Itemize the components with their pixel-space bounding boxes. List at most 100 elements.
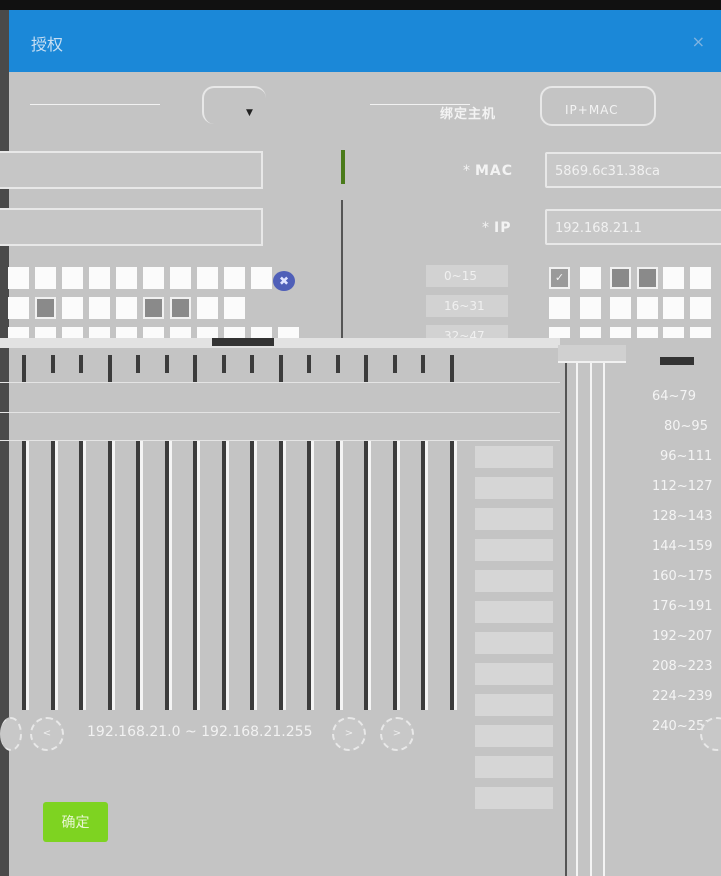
ip-column-stub (79, 355, 83, 373)
ip-column-stub (364, 355, 368, 383)
last-page-button[interactable]: > (380, 717, 414, 751)
ip-slot[interactable] (475, 508, 553, 530)
left-input-1[interactable] (0, 151, 263, 189)
range-list-item[interactable]: 112~127 (652, 477, 721, 497)
ip-cell[interactable] (143, 297, 164, 319)
range-button-1[interactable]: 16~31 (426, 295, 508, 317)
ip-cell[interactable] (8, 327, 29, 338)
ip-cell[interactable] (170, 297, 191, 319)
divider (0, 440, 560, 441)
ip-cell[interactable] (89, 327, 110, 338)
next-page-button[interactable]: > (332, 717, 366, 751)
ip-cell[interactable] (116, 327, 137, 338)
ip-cell[interactable] (170, 267, 191, 289)
ip-cell[interactable] (549, 327, 570, 338)
close-icon[interactable]: × (692, 32, 705, 51)
ip-slot[interactable] (475, 725, 553, 747)
ip-cell[interactable] (8, 267, 29, 289)
ip-cell[interactable] (35, 297, 56, 319)
dialog-header: 授权 × (9, 10, 721, 72)
ip-cell[interactable] (35, 327, 56, 338)
close-circle-icon[interactable]: ✖ (273, 271, 295, 291)
ip-cell[interactable] (251, 267, 272, 289)
ip-cell[interactable] (610, 267, 631, 289)
range-list-item[interactable]: 176~191 (652, 597, 721, 617)
ip-column-edge (26, 440, 29, 710)
ip-cell[interactable] (637, 297, 658, 319)
ip-cell[interactable] (143, 267, 164, 289)
prev-page-button[interactable]: < (30, 717, 64, 751)
ip-cell[interactable] (89, 267, 110, 289)
ip-cell[interactable] (580, 297, 601, 319)
ip-cell[interactable] (116, 267, 137, 289)
ip-cell[interactable] (663, 297, 684, 319)
first-page-button[interactable] (0, 717, 22, 751)
ip-cell[interactable] (89, 297, 110, 319)
confirm-button[interactable]: 确定 (43, 802, 108, 842)
ip-cell[interactable] (690, 267, 711, 289)
range-list-item[interactable]: 128~143 (652, 507, 721, 527)
range-list-item[interactable]: 208~223 (652, 657, 721, 677)
range-button-0[interactable]: 0~15 (426, 265, 508, 287)
ip-cell[interactable] (663, 267, 684, 289)
ip-slot[interactable] (475, 570, 553, 592)
ip-cell[interactable] (197, 327, 218, 338)
ip-slot[interactable] (475, 663, 553, 685)
range-list-item[interactable]: 96~111 (660, 447, 721, 467)
ip-cell[interactable] (116, 297, 137, 319)
ip-cell[interactable] (610, 297, 631, 319)
ip-cell[interactable] (197, 267, 218, 289)
ip-slot[interactable] (475, 539, 553, 561)
ip-slot[interactable] (475, 787, 553, 809)
ip-cell[interactable] (224, 267, 245, 289)
divider (0, 338, 560, 348)
range-list-item[interactable]: 80~95 (664, 417, 721, 437)
ip-cell[interactable] (62, 267, 83, 289)
dialog-title: 授权 (31, 35, 64, 54)
mac-label-text: MAC (475, 163, 514, 179)
ip-cell[interactable] (549, 297, 570, 319)
ip-slot[interactable] (475, 477, 553, 499)
ip-cell[interactable] (62, 297, 83, 319)
ip-slot[interactable] (475, 632, 553, 654)
ip-column-stub (336, 355, 340, 373)
ip-cell[interactable] (197, 297, 218, 319)
ip-slot[interactable] (475, 756, 553, 778)
range-list-item[interactable]: 224~239 (652, 687, 721, 707)
tab-left-outline (202, 86, 266, 124)
left-input-2[interactable] (0, 208, 263, 246)
ip-column-edge (83, 440, 86, 710)
range-list-item[interactable]: 144~159 (652, 537, 721, 557)
right-pager-button[interactable] (700, 717, 721, 751)
tab-ip-mac[interactable]: IP+MAC (565, 103, 619, 117)
range-button-2[interactable]: 32~47 (426, 325, 508, 339)
ip-slot[interactable] (475, 446, 553, 468)
ip-cell[interactable] (663, 327, 684, 338)
ip-cell[interactable] (143, 327, 164, 338)
range-list-item[interactable]: 160~175 (652, 567, 721, 587)
ip-cell[interactable] (690, 327, 711, 338)
ip-field[interactable]: 192.168.21.1 (545, 209, 721, 245)
ip-slot[interactable] (475, 601, 553, 623)
ip-cell[interactable] (224, 297, 245, 319)
ip-cell[interactable] (62, 327, 83, 338)
mac-field[interactable]: 5869.6c31.38ca (545, 152, 721, 188)
tab-bind-host[interactable]: 绑定主机 (440, 103, 496, 122)
ip-cell[interactable] (8, 297, 29, 319)
ip-cell[interactable] (170, 327, 191, 338)
range-list-item[interactable]: 192~207 (652, 627, 721, 647)
ip-cell[interactable] (637, 327, 658, 338)
ip-cell[interactable] (251, 327, 272, 338)
dropdown-arrow-icon[interactable]: ▼ (246, 108, 253, 118)
ip-cell[interactable] (278, 327, 299, 338)
ip-cell[interactable] (580, 267, 601, 289)
ip-cell[interactable] (224, 327, 245, 338)
ip-cell[interactable] (35, 267, 56, 289)
ip-slot[interactable] (475, 694, 553, 716)
check-icon[interactable]: ✓ (549, 267, 570, 289)
ip-cell[interactable] (610, 327, 631, 338)
range-list-item[interactable]: 64~79 (652, 387, 721, 407)
ip-cell[interactable] (637, 267, 658, 289)
ip-cell[interactable] (690, 297, 711, 319)
ip-cell[interactable] (580, 327, 601, 338)
